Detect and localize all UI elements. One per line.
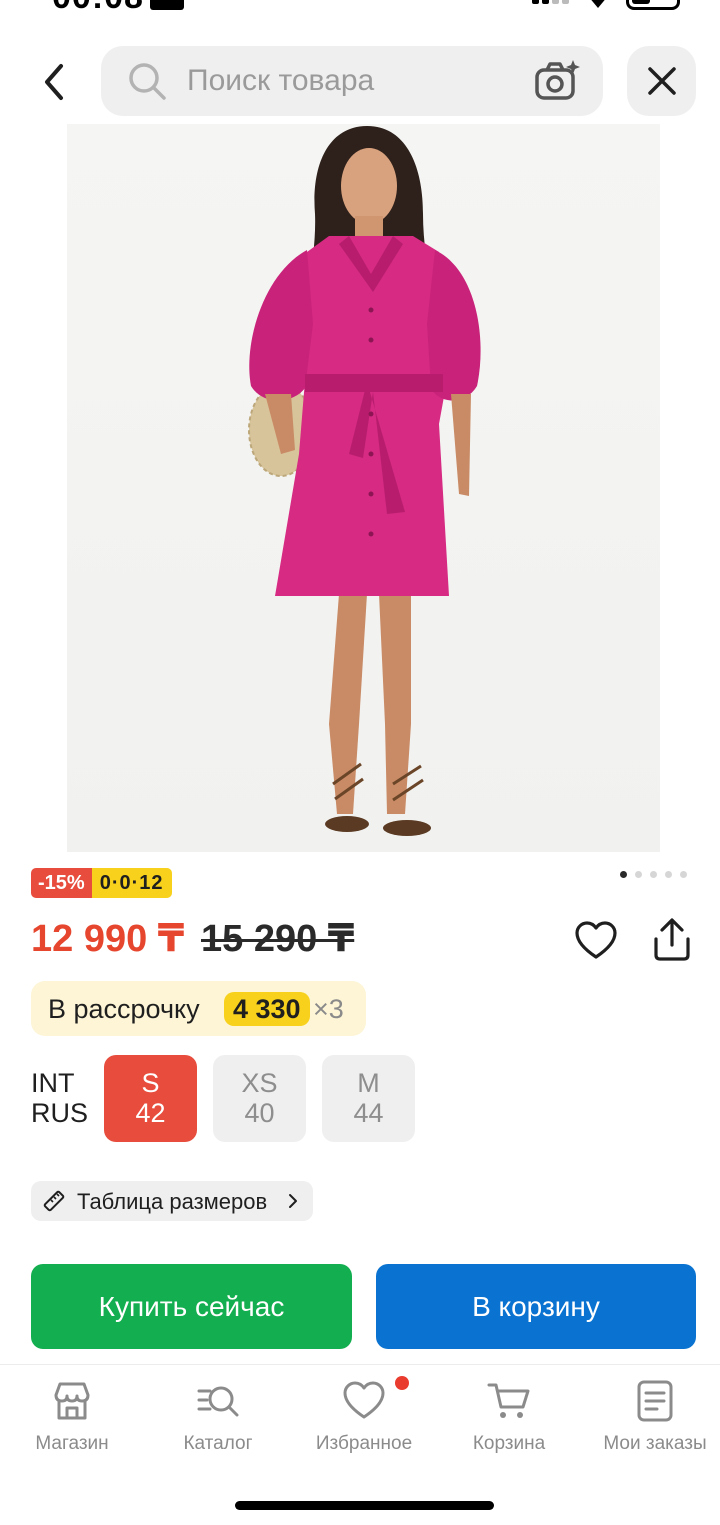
add-to-cart-button[interactable]: В корзину xyxy=(376,1264,696,1349)
wifi-icon xyxy=(591,0,605,8)
nav-label-favorites: Избранное xyxy=(315,1433,413,1454)
size-option-m[interactable]: M 44 xyxy=(322,1055,415,1142)
store-icon xyxy=(54,1382,90,1420)
share-icon[interactable] xyxy=(650,917,694,963)
close-icon xyxy=(647,67,676,95)
nav-item-store[interactable]: Магазин xyxy=(2,1379,142,1455)
size-rus: 44 xyxy=(353,1098,384,1128)
status-time: 00:08 xyxy=(52,0,144,14)
nav-item-favorites[interactable]: Избранное xyxy=(294,1379,434,1455)
nav-item-orders[interactable]: Мои заказы xyxy=(585,1379,720,1455)
size-chart-label: Таблица размеров xyxy=(77,1189,268,1214)
search-icon xyxy=(129,63,166,100)
nav-label-catalog: Каталог xyxy=(183,1433,253,1454)
orders-icon xyxy=(637,1380,673,1422)
gallery-dots[interactable] xyxy=(620,871,687,878)
cellular-signal-icon xyxy=(530,0,570,10)
gallery-dot-active xyxy=(620,871,627,878)
size-option-xs[interactable]: XS 40 xyxy=(213,1055,306,1142)
favorites-notification-dot xyxy=(395,1376,409,1390)
size-rus: 40 xyxy=(244,1098,275,1128)
gallery-dot xyxy=(665,871,672,878)
size-system-rus: RUS xyxy=(31,1098,89,1128)
camera-icon[interactable] xyxy=(533,58,581,104)
back-button[interactable] xyxy=(30,58,78,106)
installment-badge: 0·0·12 xyxy=(91,868,172,898)
search-input[interactable]: Поиск товара xyxy=(101,46,603,116)
gallery-dot xyxy=(635,871,642,878)
size-system-int: INT xyxy=(31,1068,75,1098)
favorite-heart-icon[interactable] xyxy=(574,919,618,963)
discount-badge: -15% xyxy=(31,868,92,898)
product-photo xyxy=(248,126,481,836)
heart-icon xyxy=(343,1381,385,1419)
header: Поиск товара xyxy=(0,46,720,116)
status-bar: 00:08 xyxy=(0,0,720,14)
size-int: S xyxy=(141,1068,160,1098)
buy-now-button[interactable]: Купить сейчас xyxy=(31,1264,352,1349)
sleep-mode-icon xyxy=(150,0,184,10)
size-int: XS xyxy=(241,1068,278,1098)
nav-item-cart[interactable]: Корзина xyxy=(439,1379,579,1455)
price-old: 15 290 ₸ xyxy=(201,918,355,960)
size-system-labels: INT RUS xyxy=(31,1068,88,1128)
installment-label: В рассрочку xyxy=(48,994,200,1024)
gallery-dot xyxy=(680,871,687,878)
promo-badges: -15% 0·0·12 xyxy=(31,868,172,898)
battery-icon xyxy=(626,0,680,10)
product-image[interactable] xyxy=(67,124,660,852)
gallery-dot xyxy=(650,871,657,878)
search-placeholder: Поиск товара xyxy=(187,64,375,97)
size-int: M xyxy=(357,1068,380,1098)
nav-label-cart: Корзина xyxy=(472,1433,546,1454)
close-button[interactable] xyxy=(627,46,696,116)
catalog-search-icon xyxy=(197,1386,239,1417)
installment-amount: 4 330 xyxy=(224,992,310,1026)
size-rus: 42 xyxy=(135,1098,166,1128)
size-option-s[interactable]: S 42 xyxy=(104,1055,197,1142)
nav-label-store: Магазин xyxy=(35,1433,109,1454)
price-current: 12 990 ₸ xyxy=(31,918,185,960)
ruler-icon xyxy=(43,1190,65,1212)
size-chart-button[interactable]: Таблица размеров xyxy=(31,1181,313,1221)
installment-times: ×3 xyxy=(313,994,344,1024)
chevron-right-icon xyxy=(289,1194,297,1208)
nav-item-catalog[interactable]: Каталог xyxy=(148,1379,288,1455)
cart-icon xyxy=(487,1383,530,1418)
home-indicator[interactable] xyxy=(235,1501,494,1510)
nav-label-orders: Мои заказы xyxy=(603,1433,707,1454)
installment-offer[interactable]: В рассрочку 4 330 ×3 xyxy=(31,981,366,1036)
back-arrow-icon xyxy=(45,64,63,100)
